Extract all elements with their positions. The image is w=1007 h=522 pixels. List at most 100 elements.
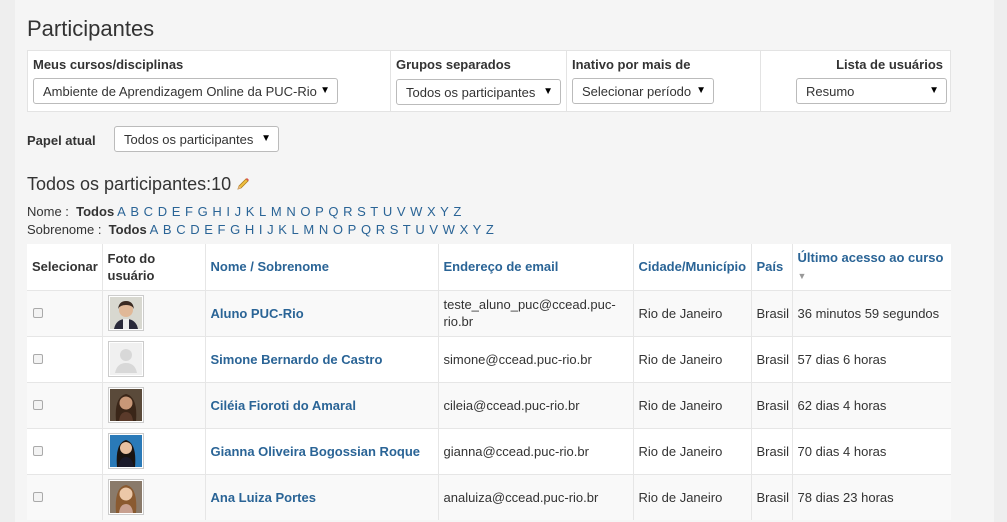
avatar[interactable] xyxy=(107,295,144,331)
first-name-letter-v[interactable]: V xyxy=(397,204,406,219)
first-name-all[interactable]: Todos xyxy=(76,204,114,219)
first-name-letter-k[interactable]: K xyxy=(246,204,255,219)
first-name-letter-m[interactable]: M xyxy=(271,204,282,219)
inactive-select[interactable]: Selecionar período ▼ xyxy=(572,78,714,104)
first-name-letter-i[interactable]: I xyxy=(226,204,230,219)
surname-letter-j[interactable]: J xyxy=(267,222,274,237)
avatar[interactable] xyxy=(107,433,144,469)
first-name-letter-y[interactable]: Y xyxy=(440,204,449,219)
row-country-cell: Brasil xyxy=(751,289,793,336)
header-city[interactable]: Cidade/Município xyxy=(633,244,752,290)
surname-letter-k[interactable]: K xyxy=(278,222,287,237)
avatar[interactable] xyxy=(107,387,144,423)
first-name-letter-c[interactable]: C xyxy=(144,204,153,219)
courses-select[interactable]: Ambiente de Aprendizagem Online da PUC-R… xyxy=(33,78,338,104)
header-email[interactable]: Endereço de email xyxy=(438,244,634,290)
first-name-letter-w[interactable]: W xyxy=(410,204,422,219)
header-country[interactable]: País xyxy=(751,244,793,290)
surname-letter-v[interactable]: V xyxy=(429,222,438,237)
participant-name-link[interactable]: Aluno PUC-Rio xyxy=(211,306,304,321)
groups-filter-label: Grupos separados xyxy=(396,57,511,72)
header-last-access[interactable]: Último acesso ao curso ▼ xyxy=(792,244,951,290)
surname-letter-l[interactable]: L xyxy=(292,222,299,237)
participants-count-text: Todos os participantes:10 xyxy=(27,174,232,194)
first-name-letter-l[interactable]: L xyxy=(259,204,266,219)
row-country-cell: Brasil xyxy=(751,381,793,428)
row-name-cell: Aluno PUC-Rio xyxy=(205,289,439,336)
surname-letter-z[interactable]: Z xyxy=(486,222,494,237)
select-checkbox[interactable] xyxy=(33,307,43,318)
surname-letter-t[interactable]: T xyxy=(403,222,411,237)
table-row: Ciléia Fioroti do Amaral cileia@ccead.puc… xyxy=(27,381,951,428)
surname-letter-a[interactable]: A xyxy=(150,222,159,237)
first-name-letter-z[interactable]: Z xyxy=(453,204,461,219)
row-select-cell xyxy=(27,427,103,474)
surname-letter-u[interactable]: U xyxy=(415,222,424,237)
participant-name-link[interactable]: Gianna Oliveira Bogossian Roque xyxy=(211,444,421,459)
participant-name-link[interactable]: Simone Bernardo de Castro xyxy=(211,352,383,367)
first-name-letter-u[interactable]: U xyxy=(383,204,392,219)
first-name-letter-d[interactable]: D xyxy=(158,204,167,219)
first-name-letter-r[interactable]: R xyxy=(343,204,352,219)
header-photo: Foto do usuário xyxy=(102,244,206,290)
first-name-letter-h[interactable]: H xyxy=(212,204,221,219)
surname-letter-c[interactable]: C xyxy=(176,222,185,237)
row-name-cell: Ciléia Fioroti do Amaral xyxy=(205,381,439,428)
userlist-select[interactable]: Resumo ▼ xyxy=(796,78,947,104)
first-name-letter-x[interactable]: X xyxy=(427,204,436,219)
surname-all[interactable]: Todos xyxy=(109,222,147,237)
avatar[interactable] xyxy=(107,341,144,377)
surname-letter-g[interactable]: G xyxy=(230,222,240,237)
first-name-letters: A B C D E F G H I J K L M N O P Q R S T … xyxy=(117,204,462,219)
surname-letter-b[interactable]: B xyxy=(163,222,172,237)
table-header-row: Selecionar Foto do usuário Nome / Sobren… xyxy=(27,244,951,290)
first-name-letter-f[interactable]: F xyxy=(185,204,193,219)
first-name-letter-j[interactable]: J xyxy=(235,204,242,219)
surname-letter-d[interactable]: D xyxy=(190,222,199,237)
first-name-letter-b[interactable]: B xyxy=(130,204,139,219)
row-name-cell: Gianna Oliveira Bogossian Roque xyxy=(205,427,439,474)
select-checkbox[interactable] xyxy=(33,353,43,364)
surname-letter-r[interactable]: R xyxy=(376,222,385,237)
role-select[interactable]: Todos os participantes ▼ xyxy=(114,126,279,152)
surname-letter-p[interactable]: P xyxy=(348,222,357,237)
first-name-letter-g[interactable]: G xyxy=(198,204,208,219)
surname-letter-s[interactable]: S xyxy=(390,222,399,237)
avatar[interactable] xyxy=(107,479,144,516)
first-name-letter-t[interactable]: T xyxy=(370,204,378,219)
first-name-letter-o[interactable]: O xyxy=(300,204,310,219)
groups-select[interactable]: Todos os participantes ▼ xyxy=(396,79,561,105)
surname-letter-e[interactable]: E xyxy=(204,222,213,237)
first-name-letter-s[interactable]: S xyxy=(357,204,366,219)
participant-name-link[interactable]: Ciléia Fioroti do Amaral xyxy=(211,398,356,413)
participant-name-link[interactable]: Ana Luiza Portes xyxy=(211,490,316,505)
surname-letter-y[interactable]: Y xyxy=(473,222,482,237)
surname-letter-h[interactable]: H xyxy=(245,222,254,237)
first-name-letter-q[interactable]: Q xyxy=(328,204,338,219)
surname-letter-q[interactable]: Q xyxy=(361,222,371,237)
first-name-letter-a[interactable]: A xyxy=(117,204,126,219)
surname-letter-n[interactable]: N xyxy=(319,222,328,237)
role-label: Papel atual xyxy=(27,133,96,148)
surname-letter-m[interactable]: M xyxy=(303,222,314,237)
surname-letter-w[interactable]: W xyxy=(443,222,455,237)
first-name-letter-p[interactable]: P xyxy=(315,204,324,219)
pencil-icon[interactable] xyxy=(236,175,250,196)
select-checkbox[interactable] xyxy=(33,399,43,410)
first-name-initials-bar: Nome : Todos A B C D E F G H I J K L M N… xyxy=(27,204,462,219)
table-row: Ana Luiza Portes analuiza@ccead.puc-rio.b… xyxy=(27,473,951,520)
surname-letter-f[interactable]: F xyxy=(218,222,226,237)
surname-letters: A B C D E F G H I J K L M N O P Q R S T … xyxy=(150,222,495,237)
surname-letter-i[interactable]: I xyxy=(259,222,263,237)
select-checkbox[interactable] xyxy=(33,445,43,456)
row-city-cell: Rio de Janeiro xyxy=(633,473,752,520)
surname-letter-o[interactable]: O xyxy=(333,222,343,237)
table-row: Simone Bernardo de Castro simone@ccead.pu… xyxy=(27,335,951,382)
first-name-letter-n[interactable]: N xyxy=(286,204,295,219)
row-select-cell xyxy=(27,289,103,336)
row-photo-cell xyxy=(102,473,206,520)
header-name[interactable]: Nome / Sobrenome xyxy=(205,244,439,290)
first-name-letter-e[interactable]: E xyxy=(172,204,181,219)
surname-letter-x[interactable]: X xyxy=(460,222,469,237)
select-checkbox[interactable] xyxy=(33,491,43,502)
